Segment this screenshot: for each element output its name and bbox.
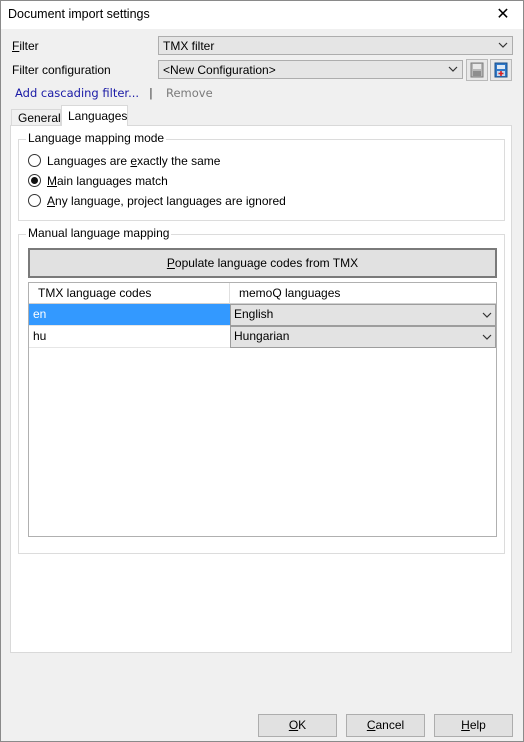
manual-language-mapping-group: Manual language mapping Populate languag… (18, 226, 505, 554)
radio-languages-exactly-same[interactable] (28, 154, 41, 167)
remove-link[interactable]: Remove (166, 86, 213, 100)
filter-configuration-label: Filter configuration (12, 63, 111, 77)
filter-configuration-select[interactable]: <New Configuration> (158, 60, 463, 79)
populate-button-label: Populate language codes from TMX (166, 256, 359, 270)
dialog-window: Document import settings ✕ Filter TMX fi… (0, 0, 524, 742)
radio-main-languages-match[interactable] (28, 174, 41, 187)
languages-tab-panel: Language mapping mode Languages are exac… (10, 125, 512, 653)
new-config-button[interactable] (490, 59, 512, 81)
radio-label-exactly-same: Languages are exactly the same (47, 154, 221, 168)
title-bar: Document import settings ✕ (1, 1, 523, 29)
cancel-button[interactable]: Cancel (346, 714, 425, 737)
new-config-icon (494, 62, 508, 78)
language-select-value: English (234, 307, 274, 321)
link-separator: | (149, 86, 153, 100)
language-select[interactable]: Hungarian (230, 326, 496, 348)
chevron-down-icon (482, 334, 492, 340)
save-config-button[interactable] (466, 59, 488, 81)
tab-languages-label: Languages (68, 109, 128, 123)
column-header-memoq-languages[interactable]: memoQ languages (230, 283, 496, 304)
help-button[interactable]: Help (434, 714, 513, 737)
language-mapping-mode-group: Language mapping mode Languages are exac… (18, 131, 505, 221)
add-cascading-filter-link[interactable]: Add cascading filter... (15, 86, 139, 100)
language-mapping-table: TMX language codes memoQ languages en En… (28, 282, 497, 537)
close-icon[interactable]: ✕ (483, 1, 523, 29)
column-header-tmx-codes[interactable]: TMX language codes (29, 283, 230, 304)
chevron-down-icon (498, 42, 508, 48)
ok-button[interactable]: OK (258, 714, 337, 737)
chevron-down-icon (482, 312, 492, 318)
chevron-down-icon (448, 66, 458, 72)
filter-label: Filter (12, 39, 39, 53)
radio-label-any-language: Any language, project languages are igno… (47, 194, 286, 208)
table-row-code-cell[interactable]: en (29, 304, 230, 326)
filter-configuration-value: <New Configuration> (163, 63, 276, 77)
language-select-value: Hungarian (234, 329, 290, 343)
tab-general[interactable]: General (11, 109, 61, 126)
language-select[interactable]: English (230, 304, 496, 326)
filter-value: TMX filter (163, 39, 215, 53)
tab-general-label: General (18, 111, 61, 125)
window-title: Document import settings (8, 7, 150, 21)
manual-language-mapping-title: Manual language mapping (26, 226, 172, 240)
tab-languages[interactable]: Languages (61, 105, 128, 126)
populate-language-codes-button[interactable]: Populate language codes from TMX (28, 248, 497, 278)
filter-select[interactable]: TMX filter (158, 36, 513, 55)
radio-label-main-languages: Main languages match (47, 174, 168, 188)
radio-any-language[interactable] (28, 194, 41, 207)
save-config-icon (470, 62, 484, 78)
table-row-code-cell[interactable]: hu (29, 326, 230, 348)
language-mapping-mode-title: Language mapping mode (26, 131, 167, 145)
